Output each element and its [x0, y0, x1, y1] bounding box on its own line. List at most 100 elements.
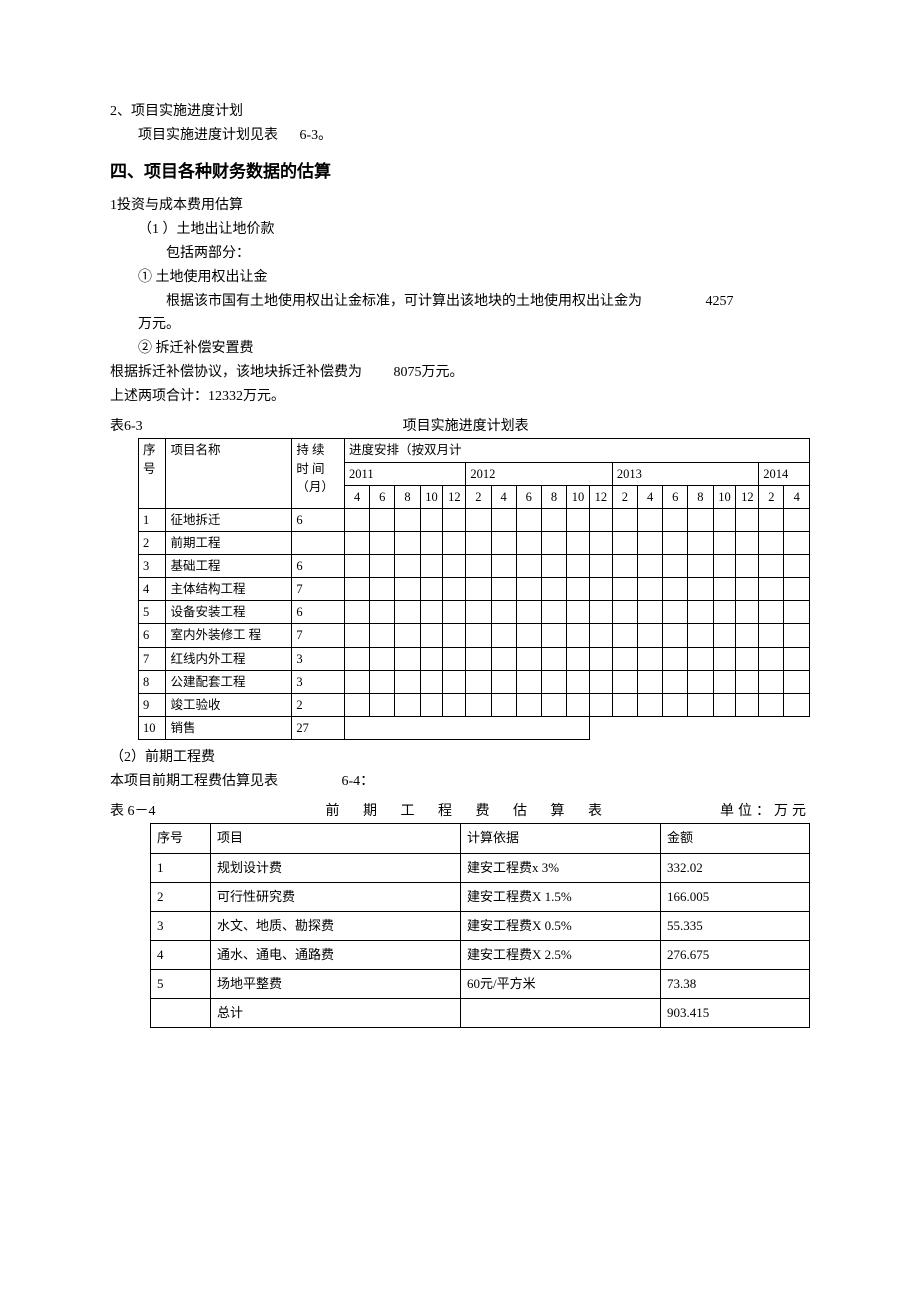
para-item-1: ① 土地使用权出让金	[138, 266, 810, 290]
table-label: 表6-3	[110, 415, 143, 439]
th-seq: 序号	[139, 439, 166, 508]
text: 持	[296, 443, 309, 457]
cell: 903.415	[661, 999, 810, 1028]
table-unit: 单位：万元	[720, 800, 810, 824]
table-row: 5 设备安装工程 6	[139, 601, 810, 624]
text: 6-3。	[300, 128, 333, 143]
cell: 总计	[211, 999, 461, 1028]
table-row: 9 竣工验收 2	[139, 693, 810, 716]
cell: 室内外装修工 程	[166, 624, 292, 647]
th-2014: 2014	[759, 462, 810, 485]
th-item: 项目	[211, 824, 461, 853]
cell: 8	[139, 670, 166, 693]
cell: 6	[292, 508, 345, 531]
cell: 332.02	[661, 853, 810, 882]
cell: 4	[345, 485, 370, 508]
cell: 7	[292, 624, 345, 647]
cell: 2	[151, 882, 211, 911]
cell: 建安工程费x 3%	[461, 853, 661, 882]
cell: 2	[759, 485, 784, 508]
text: 时 间（月）	[296, 462, 334, 494]
table-row: 4 通水、通电、通路费 建安工程费X 2.5% 276.675	[151, 940, 810, 969]
table-row: 10 销售 27	[139, 716, 810, 739]
cell: 4	[139, 578, 166, 601]
cell: 5	[139, 601, 166, 624]
text: 项目实施进度计划见表	[138, 128, 278, 143]
cell: 6	[139, 624, 166, 647]
cell: 4	[784, 485, 810, 508]
text: 续	[312, 443, 325, 457]
cell: 主体结构工程	[166, 578, 292, 601]
cell: 166.005	[661, 882, 810, 911]
para-land-sub: 包括两部分：	[166, 242, 810, 266]
th-amt: 金额	[661, 824, 810, 853]
para-2-cost: （2）前期工程费	[110, 746, 810, 770]
table-label: 表 6－4	[110, 800, 156, 824]
cell: 10	[567, 485, 590, 508]
table-row: 5 场地平整费 60元/平方米 73.38	[151, 969, 810, 998]
th-name: 项目名称	[166, 439, 292, 508]
para-sum: 上述两项合计：12332万元。	[110, 385, 810, 409]
cell: 竣工验收	[166, 693, 292, 716]
th-progress: 进度安排（按双月计	[345, 439, 810, 462]
cell: 10	[420, 485, 443, 508]
table-row: 2 可行性研究费 建安工程费X 1.5% 166.005	[151, 882, 810, 911]
cell: 7	[139, 647, 166, 670]
table-row: 总计 903.415	[151, 999, 810, 1028]
cell: 通水、通电、通路费	[211, 940, 461, 969]
cell: 4	[491, 485, 516, 508]
table-row: 6 室内外装修工 程 7	[139, 624, 810, 647]
cell: 3	[292, 670, 345, 693]
cell: 9	[139, 693, 166, 716]
para-item-2-body: 根据拆迁补偿协议，该地块拆迁补偿费为 8075万元。	[110, 361, 810, 385]
cell: 6	[370, 485, 395, 508]
text: 根据拆迁补偿协议，该地块拆迁补偿费为	[110, 365, 362, 380]
cell: 3	[151, 911, 211, 940]
para-land: （1 ）土地出让地价款	[138, 218, 810, 242]
th-dur: 持 续 时 间（月）	[292, 439, 345, 508]
cell: 2	[292, 693, 345, 716]
text: 6-4：	[342, 774, 375, 789]
th-2011: 2011	[345, 462, 466, 485]
cell: 2	[139, 531, 166, 554]
value-4257: 4257	[706, 290, 734, 314]
table-row: 3 水文、地质、勘探费 建安工程费X 0.5% 55.335	[151, 911, 810, 940]
cell: 2	[612, 485, 637, 508]
cell: 6	[292, 555, 345, 578]
table-row: 8 公建配套工程 3	[139, 670, 810, 693]
cell: 27	[292, 716, 345, 739]
cell: 建安工程费X 1.5%	[461, 882, 661, 911]
cell: 1	[139, 508, 166, 531]
table-row: 7 红线内外工程 3	[139, 647, 810, 670]
cell: 8	[541, 485, 566, 508]
value-8075: 8075万元。	[394, 365, 464, 380]
cell: 6	[663, 485, 688, 508]
cell: 设备安装工程	[166, 601, 292, 624]
heading-4: 四、项目各种财务数据的估算	[110, 158, 810, 187]
cell: 可行性研究费	[211, 882, 461, 911]
cell: 276.675	[661, 940, 810, 969]
cell: 12	[736, 485, 759, 508]
cell: 2	[466, 485, 491, 508]
cell: 60元/平方米	[461, 969, 661, 998]
cell: 55.335	[661, 911, 810, 940]
cell: 建安工程费X 2.5%	[461, 940, 661, 969]
cell: 5	[151, 969, 211, 998]
table-6-3-caption: 表6-3 项目实施进度计划表	[110, 415, 810, 439]
table-row: 1 规划设计费 建安工程费x 3% 332.02	[151, 853, 810, 882]
cell: 3	[292, 647, 345, 670]
cell: 建安工程费X 0.5%	[461, 911, 661, 940]
cell: 6	[516, 485, 541, 508]
para-2-body: 本项目前期工程费估算见表 6-4：	[110, 770, 810, 794]
cell: 基础工程	[166, 555, 292, 578]
cell: 8	[395, 485, 420, 508]
table-6-4-caption: 表 6－4 前 期 工 程 费 估 算 表 单位：万元	[110, 800, 810, 824]
th-2012: 2012	[466, 462, 612, 485]
cell: 73.38	[661, 969, 810, 998]
para-2-body: 项目实施进度计划见表 6-3。	[138, 124, 810, 148]
cell	[151, 999, 211, 1028]
cell: 10	[713, 485, 736, 508]
cell: 8	[688, 485, 713, 508]
cell: 公建配套工程	[166, 670, 292, 693]
cell	[461, 999, 661, 1028]
